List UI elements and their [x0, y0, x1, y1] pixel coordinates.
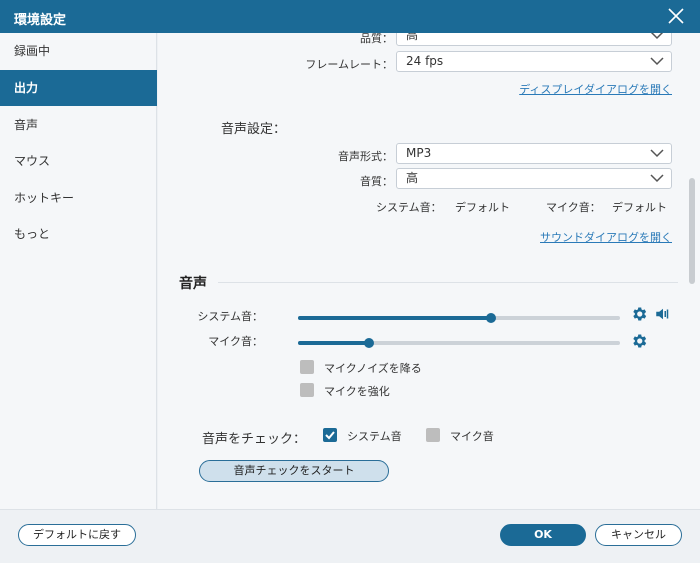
sound-check-title: 音声をチェック： [202, 432, 307, 447]
cancel-button[interactable]: キャンセル [595, 524, 682, 546]
sidebar-item-more[interactable]: もっと [0, 216, 157, 252]
check-mic-label: マイク音 [450, 430, 494, 443]
check-system-label: システム音 [347, 430, 402, 443]
settings-content: 品質： 高 フレームレート： 24 fps ディスプレイダイアログを開く 音声設… [158, 33, 700, 509]
display-dialog-link[interactable]: ディスプレイダイアログを開く [519, 81, 672, 97]
chevron-down-icon [650, 33, 664, 40]
check-system-checkbox[interactable] [323, 428, 337, 442]
ok-button[interactable]: OK [500, 524, 586, 546]
sidebar-item-recording[interactable]: 録画中 [0, 33, 157, 69]
audio-quality-value: 高 [406, 171, 419, 185]
mic-volume-label: マイク音： [208, 335, 263, 348]
sidebar-item-output[interactable]: 出力 [0, 70, 157, 106]
mic-volume-thumb[interactable] [363, 338, 374, 348]
system-volume-label: システム音： [197, 310, 263, 323]
gear-icon[interactable] [630, 305, 648, 323]
title-bar: 環境設定 [0, 0, 700, 33]
framerate-value: 24 fps [406, 54, 444, 68]
speaker-icon[interactable] [654, 305, 672, 323]
sound-dialog-link[interactable]: サウンドダイアログを開く [540, 229, 672, 245]
sidebar-item-hotkey[interactable]: ホットキー [0, 180, 157, 216]
framerate-select[interactable]: 24 fps [396, 51, 672, 72]
section-divider [218, 282, 678, 283]
audio-format-label: 音声形式： [338, 150, 393, 163]
content-scrollbar[interactable] [689, 178, 695, 284]
mic-sound-info-label: マイク音： [546, 201, 601, 214]
audio-section-heading: 音声 [179, 276, 207, 292]
system-volume-slider[interactable] [298, 313, 620, 323]
system-volume-thumb[interactable] [486, 313, 497, 323]
chevron-down-icon [650, 149, 664, 158]
quality-value: 高 [406, 33, 419, 42]
framerate-label: フレームレート： [305, 58, 393, 71]
audio-settings-heading: 音声設定： [221, 122, 287, 137]
noise-reduction-label: マイクノイズを降る [324, 362, 422, 375]
system-sound-info-value: デフォルト [455, 201, 510, 214]
audio-quality-select[interactable]: 高 [396, 168, 672, 189]
quality-label: 品質： [360, 33, 393, 45]
window-title: 環境設定 [14, 13, 67, 28]
enhance-mic-label: マイクを強化 [324, 385, 390, 398]
dialog-footer: デフォルトに戻す OK キャンセル [0, 509, 700, 563]
enhance-mic-checkbox[interactable] [300, 383, 314, 397]
mic-volume-slider[interactable] [298, 338, 620, 348]
noise-reduction-checkbox[interactable] [300, 360, 314, 374]
system-sound-info-label: システム音： [376, 201, 442, 214]
mic-volume-fill [298, 341, 369, 345]
reset-default-button[interactable]: デフォルトに戻す [18, 524, 136, 546]
sidebar: 録画中 出力 音声 マウス ホットキー もっと [0, 33, 157, 509]
system-volume-fill [298, 316, 492, 320]
gear-icon[interactable] [630, 332, 648, 350]
check-mic-checkbox[interactable] [426, 428, 440, 442]
audio-format-value: MP3 [406, 146, 432, 160]
quality-select[interactable]: 高 [396, 33, 672, 46]
audio-quality-label: 音質： [360, 175, 393, 188]
mic-sound-info-value: デフォルト [612, 201, 667, 214]
chevron-down-icon [650, 57, 664, 66]
audio-format-select[interactable]: MP3 [396, 143, 672, 164]
checkmark-icon [325, 431, 335, 440]
close-icon[interactable] [666, 6, 686, 26]
start-sound-check-button[interactable]: 音声チェックをスタート [199, 460, 389, 482]
chevron-down-icon [650, 174, 664, 183]
sidebar-item-mouse[interactable]: マウス [0, 143, 157, 179]
sidebar-item-audio[interactable]: 音声 [0, 107, 157, 143]
